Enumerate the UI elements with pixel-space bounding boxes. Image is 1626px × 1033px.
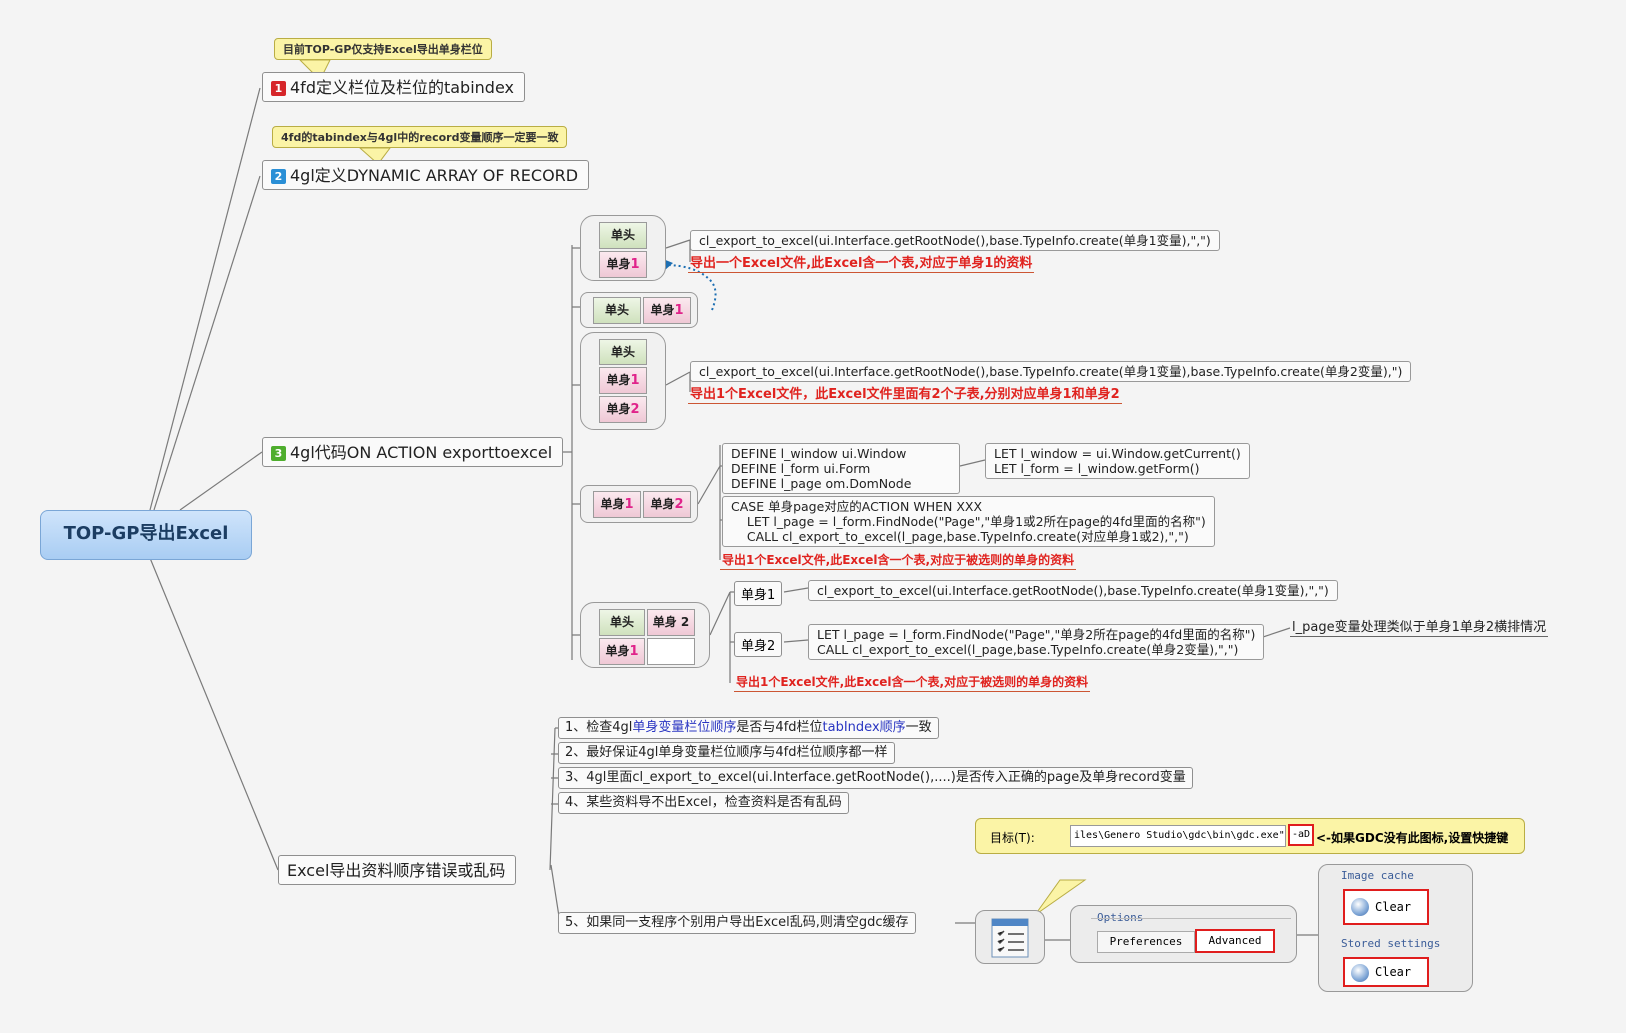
stored-settings-title: Stored settings <box>1341 937 1441 950</box>
case4-define-block: DEFINE l_window ui.Window DEFINE l_form … <box>722 443 960 494</box>
branch2-topic[interactable]: 2 4gl定义DYNAMIC ARRAY OF RECORD <box>262 160 590 190</box>
code-line: LET l_page = l_form.FindNode("Page","单身2… <box>817 627 1256 642</box>
priority-3-icon: 3 <box>271 446 286 461</box>
settings-list-icon <box>991 918 1029 958</box>
step-1: 1、检查4gl单身变量栏位顺序是否与4fd栏位tabIndex顺序一致 <box>558 717 939 739</box>
body2-cell: 单身2 <box>643 491 691 518</box>
mindmap-canvas: TOP-GP导出Excel 目前TOP-GP仅支持Excel导出单身栏位 1 4f… <box>0 0 1626 1033</box>
case4-case-block: CASE 单身page对应的ACTION WHEN XXX LET l_page… <box>722 496 1215 547</box>
define-line: DEFINE l_form ui.Form <box>731 461 871 476</box>
advanced-tab[interactable]: Advanced <box>1195 929 1275 953</box>
layout-head-beside-body1[interactable]: 单头 单身1 <box>580 292 698 328</box>
let-line: LET l_form = l_window.getForm() <box>994 461 1200 476</box>
eraser-icon <box>1351 964 1369 982</box>
flag-highlight: -aD <box>1288 824 1315 846</box>
preferences-tab[interactable]: Preferences <box>1097 931 1195 953</box>
case5-body1-label: 单身1 <box>734 581 783 606</box>
body2-cell: 单身 2 <box>647 609 695 636</box>
empty-cell <box>647 638 695 665</box>
line-to-branch2 <box>153 175 261 511</box>
shortcut-hint: <-如果GDC没有此图标,设置快捷键 <box>1316 831 1509 845</box>
branch2-label: 4gl定义DYNAMIC ARRAY OF RECORD <box>290 166 579 185</box>
options-panel: Options Preferences Advanced <box>1070 905 1297 963</box>
body1-cell: 单身1 <box>593 491 641 518</box>
case-line: CALL cl_export_to_excel(l_page,base.Type… <box>731 529 1189 544</box>
target-path-field[interactable]: iles\Genero Studio\gdc\bin\gdc.exe" <box>1070 825 1286 847</box>
layout-body1-beside-body2[interactable]: 单身1 单身2 <box>580 485 698 523</box>
line-to-branch3 <box>179 451 263 511</box>
case5-note: l_page变量处理类似于单身1单身2横排情况 <box>1290 616 1549 637</box>
priority-2-icon: 2 <box>271 169 286 184</box>
gdc-icon-thumbnail[interactable] <box>975 910 1045 964</box>
image-cache-clear-button[interactable]: Clear <box>1343 889 1429 925</box>
define-line: DEFINE l_page om.DomNode <box>731 476 912 491</box>
head-cell: 单头 <box>599 609 645 636</box>
case1-result: 导出一个Excel文件,此Excel含一个表,对应于单身1的资料 <box>688 252 1035 273</box>
body2-cell: 单身2 <box>599 396 647 423</box>
branch1-topic[interactable]: 1 4fd定义栏位及栏位的tabindex <box>262 72 525 102</box>
head-cell: 单头 <box>599 339 647 365</box>
branch1-label: 4fd定义栏位及栏位的tabindex <box>290 78 514 97</box>
layout-head-body1[interactable]: 单头 单身1 <box>580 215 666 281</box>
target-field-label: 目标(T): <box>990 831 1035 845</box>
branch3-label: 4gl代码ON ACTION exporttoexcel <box>290 443 553 462</box>
case4-let-block: LET l_window = ui.Window.getCurrent() LE… <box>985 443 1250 479</box>
branch1-callout: 目前TOP-GP仅支持Excel导出单身栏位 <box>274 38 492 60</box>
branch4-topic[interactable]: Excel导出资料顺序错误或乱码 <box>278 855 517 885</box>
priority-1-icon: 1 <box>271 81 286 96</box>
step-2: 2、最好保证4gl单身变量栏位顺序与4fd栏位顺序都一样 <box>558 742 895 764</box>
case5-result: 导出1个Excel文件,此Excel含一个表,对应于被选则的单身的资料 <box>734 673 1091 692</box>
case1-code: cl_export_to_excel(ui.Interface.getRootN… <box>690 230 1220 251</box>
central-topic[interactable]: TOP-GP导出Excel <box>40 510 252 560</box>
eraser-icon <box>1351 898 1369 916</box>
case5-body2-code: LET l_page = l_form.FindNode("Page","单身2… <box>808 624 1265 660</box>
step-4: 4、某些资料导不出Excel，检查资料是否有乱码 <box>558 792 849 814</box>
stored-settings-clear-button[interactable]: Clear <box>1343 957 1429 987</box>
case-line: LET l_page = l_form.FindNode("Page","单身1… <box>731 514 1206 529</box>
case5-body2-label: 单身2 <box>734 632 783 657</box>
step-5: 5、如果同一支程序个别用户导出Excel乱码,则清空gdc缓存 <box>558 912 916 934</box>
case3-result: 导出1个Excel文件，此Excel文件里面有2个子表,分别对应单身1和单身2 <box>688 383 1122 404</box>
clear-label: Clear <box>1375 900 1412 914</box>
shortcut-callout: 目标(T): iles\Genero Studio\gdc\bin\gdc.ex… <box>975 818 1525 854</box>
case5-body1-code: cl_export_to_excel(ui.Interface.getRootN… <box>808 580 1338 601</box>
define-line: DEFINE l_window ui.Window <box>731 446 907 461</box>
case-line: CASE 单身page对应的ACTION WHEN XXX <box>731 499 983 514</box>
line-to-branch4 <box>149 557 279 871</box>
branch2-callout: 4fd的tabindex与4gl中的record变量顺序一定要一致 <box>272 126 568 148</box>
body1-cell: 单身1 <box>643 297 691 324</box>
branch3-topic[interactable]: 3 4gl代码ON ACTION exporttoexcel <box>262 437 564 467</box>
line-to-branch1 <box>149 87 261 511</box>
code-line: CALL cl_export_to_excel(l_page,base.Type… <box>817 642 1239 657</box>
body1-cell: 单身1 <box>599 251 647 278</box>
body1-cell: 单身1 <box>599 638 645 665</box>
head-cell: 单头 <box>593 297 641 324</box>
cache-panel: Image cache Clear Stored settings Clear <box>1318 864 1473 992</box>
case3-code: cl_export_to_excel(ui.Interface.getRootN… <box>690 361 1412 382</box>
step-3: 3、4gl里面cl_export_to_excel(ui.Interface.g… <box>558 767 1193 789</box>
let-line: LET l_window = ui.Window.getCurrent() <box>994 446 1241 461</box>
layout-head-body1-body2[interactable]: 单头 单身1 单身2 <box>580 332 666 430</box>
image-cache-title: Image cache <box>1341 869 1414 882</box>
body1-cell: 单身1 <box>599 367 647 394</box>
case4-result: 导出1个Excel文件,此Excel含一个表,对应于被选则的单身的资料 <box>720 551 1077 570</box>
branch4-label: Excel导出资料顺序错误或乱码 <box>287 861 506 880</box>
clear-label: Clear <box>1375 965 1412 979</box>
layout-mixed[interactable]: 单头 单身 2 单身1 <box>580 602 710 668</box>
head-cell: 单头 <box>599 222 647 249</box>
